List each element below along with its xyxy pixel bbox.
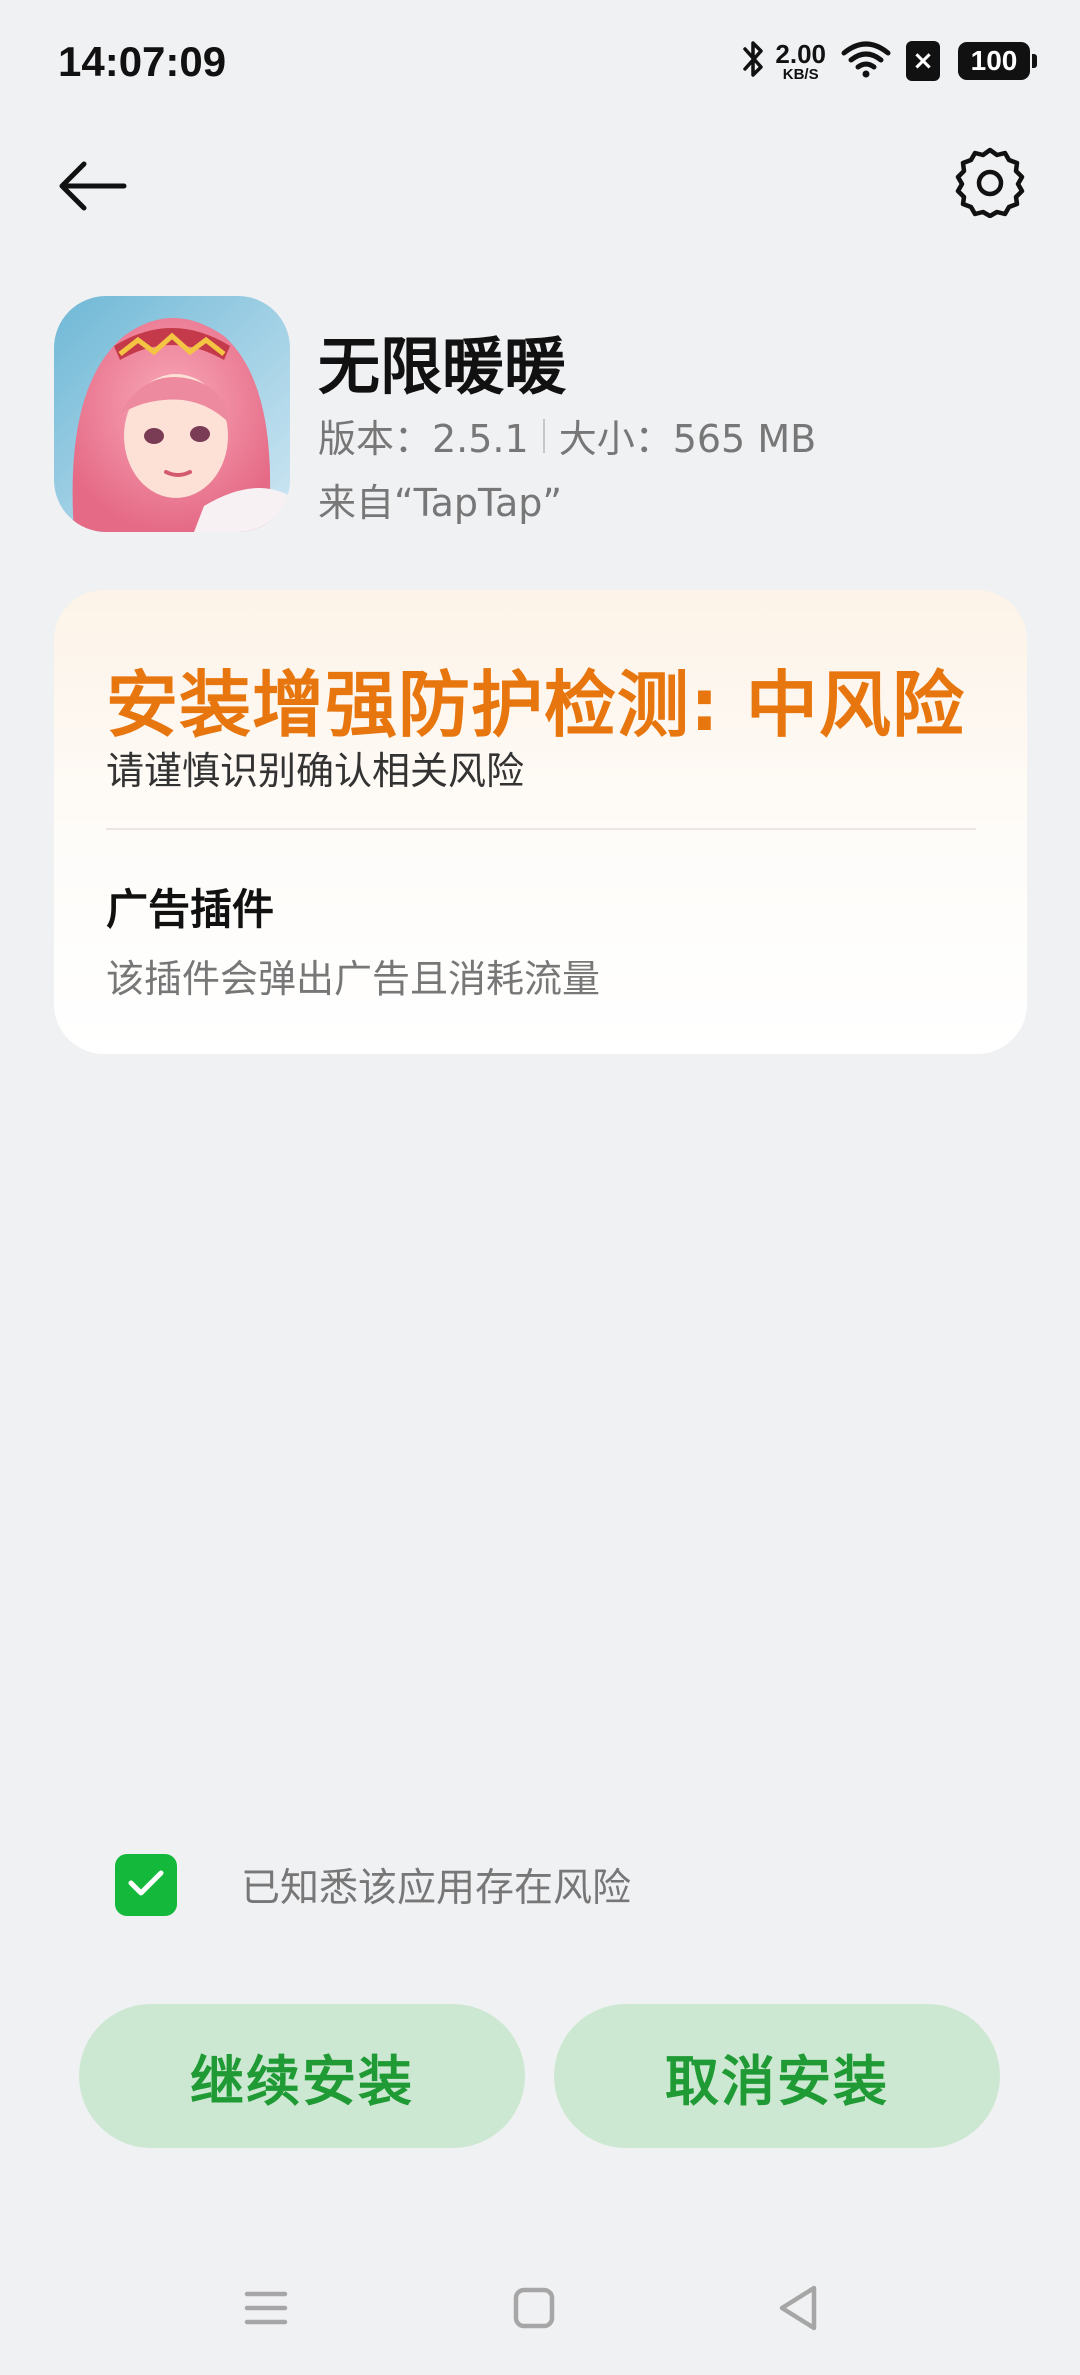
- top-bar: [0, 126, 1080, 246]
- nav-home-button[interactable]: [494, 2270, 574, 2350]
- bluetooth-icon: [741, 39, 767, 83]
- home-square-icon: [512, 2286, 556, 2334]
- back-triangle-icon: [776, 2284, 820, 2336]
- gear-icon: [954, 146, 1026, 222]
- status-bar: 14:07:09 2.00 KB/S × 100: [0, 0, 1080, 126]
- acknowledge-label: 已知悉该应用存在风险: [241, 1866, 632, 1911]
- menu-icon: [243, 2288, 289, 2332]
- nav-menu-button[interactable]: [226, 2270, 306, 2350]
- app-name: 无限暖暖: [318, 330, 567, 403]
- risk-subtitle: 请谨慎识别确认相关风险: [106, 749, 525, 793]
- risk-item-desc: 该插件会弹出广告且消耗流量: [106, 957, 601, 1001]
- no-sim-icon: ×: [906, 41, 940, 81]
- app-source: 来自“TapTap”: [318, 481, 563, 525]
- risk-item-title: 广告插件: [106, 885, 275, 934]
- cancel-install-button[interactable]: 取消安装: [554, 2004, 1000, 2148]
- app-version: 版本：2.5.1: [318, 417, 529, 461]
- settings-button[interactable]: [948, 142, 1032, 226]
- wifi-icon: [840, 39, 892, 83]
- app-size: 大小：565 MB: [558, 417, 817, 461]
- meta-divider: [542, 418, 545, 453]
- status-icons: 2.00 KB/S × 100: [741, 36, 1037, 86]
- continue-install-button[interactable]: 继续安装: [79, 2004, 525, 2148]
- network-speed-unit: KB/S: [782, 65, 819, 83]
- acknowledge-checkbox[interactable]: [115, 1854, 177, 1916]
- risk-title: 安装增强防护检测: 中风险: [106, 663, 965, 747]
- checkmark-icon: [126, 1867, 166, 1903]
- system-nav-bar: [0, 2240, 1080, 2375]
- nav-back-button[interactable]: [758, 2270, 838, 2350]
- risk-card: 安装增强防护检测: 中风险 请谨慎识别确认相关风险 广告插件 该插件会弹出广告且…: [54, 590, 1027, 1054]
- app-icon: [54, 296, 290, 532]
- app-header: 无限暖暖 版本：2.5.1 大小：565 MB 来自“TapTap”: [54, 296, 1034, 536]
- app-meta: 版本：2.5.1 大小：565 MB: [318, 408, 816, 463]
- network-speed-value: 2.00: [775, 38, 826, 69]
- arrow-left-icon: [56, 158, 128, 218]
- status-time: 14:07:09: [58, 38, 227, 85]
- network-speed: 2.00 KB/S: [775, 41, 826, 82]
- risk-divider: [106, 828, 976, 830]
- back-button[interactable]: [50, 146, 134, 230]
- battery-icon: 100: [958, 42, 1037, 80]
- acknowledge-row[interactable]: 已知悉该应用存在风险: [115, 1854, 631, 1916]
